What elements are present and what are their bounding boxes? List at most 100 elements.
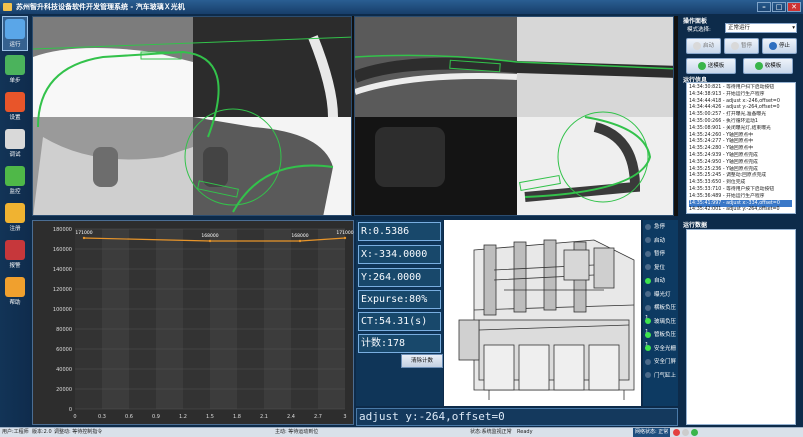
status-led-icon: [645, 277, 651, 284]
load-template-button[interactable]: 送模板: [686, 58, 736, 74]
data-point: [82, 236, 86, 240]
collect-template-button[interactable]: 收模板: [743, 58, 793, 74]
stop-button[interactable]: 停止: [762, 38, 797, 54]
sidebar-item-3[interactable]: 调试: [2, 127, 28, 162]
mode-select[interactable]: 正常运行 ▾: [725, 23, 797, 33]
x-tick-label: 2.1: [260, 414, 268, 420]
sidebar-item-label: 报警: [9, 263, 21, 269]
status-bar: 用户:工程师 版本:2.0 调整动: 等待控制指令 主动: 等待运动到位 状态:…: [0, 427, 803, 437]
status-led-icon: [645, 291, 651, 297]
check-icon: [697, 61, 706, 70]
status-led-icon: [645, 358, 651, 365]
readout-panel: R:0.5386 X:-334.0000 Y:264.0000 Expurse:…: [356, 220, 443, 406]
sidebar-item-1[interactable]: 单步: [2, 53, 28, 88]
status-user: 用户:工程师: [2, 429, 29, 435]
status-led-icon: [645, 237, 651, 243]
io-status-label: 暂停: [654, 251, 666, 257]
io-status-row: 暂停: [645, 249, 665, 259]
readout-r: R:0.5386: [358, 222, 441, 241]
title-bar: 苏州智升科技设备软件开发管理系统 - 汽车玻璃Ｘ光机 – □ ✕: [0, 0, 803, 14]
sidebar: 运行单步设置调试监控注册报警帮助: [0, 14, 30, 427]
close-button[interactable]: ✕: [787, 2, 801, 12]
chart-grid-stripe: [102, 229, 129, 409]
status-led-icon: [645, 223, 651, 230]
monitor-icon: [5, 19, 25, 39]
y-tick-label: 40000: [56, 367, 72, 373]
io-status-row: 启动: [645, 236, 665, 246]
x-tick-label: 0.3: [98, 414, 106, 420]
data-label: 171000: [336, 230, 353, 236]
sidebar-item-label: 注册: [9, 226, 21, 232]
maximize-button[interactable]: □: [772, 2, 786, 12]
status-state: 状态:系统监视正常: [470, 429, 512, 435]
status-adjust: 调整动: 等待控制指令: [54, 429, 103, 435]
run-data-box: [686, 229, 796, 425]
y-tick-label: 60000: [56, 347, 72, 353]
status-ready: Ready: [517, 429, 533, 435]
x-tick-label: 0: [73, 414, 76, 420]
io-status-label: 急停: [654, 224, 666, 230]
sidebar-item-label: 设置: [9, 115, 21, 121]
bar-chart-icon: [5, 55, 25, 75]
status-led-icon: [645, 264, 651, 270]
y-tick-label: 20000: [56, 387, 72, 393]
minimize-button[interactable]: –: [757, 2, 771, 12]
x-tick-label: 1.2: [179, 414, 187, 420]
stop-icon: [768, 41, 777, 50]
x-tick-label: 3: [343, 414, 346, 420]
y-tick-label: 100000: [53, 307, 72, 313]
x-tick-label: 1.8: [233, 414, 241, 420]
sidebar-item-2[interactable]: 设置: [2, 90, 28, 125]
io-status-row: 自动: [645, 276, 665, 286]
readout-x: X:-334.0000: [358, 245, 441, 264]
pause-button[interactable]: 暂停: [724, 38, 759, 54]
camera-view-left[interactable]: [32, 16, 352, 216]
key-icon: [5, 203, 25, 223]
run-log-list[interactable]: 14:34:30:821 - 等待用户扫下启动按钮 14:34:38:913 - …: [686, 82, 796, 214]
io-status-row: 横板负压1: [645, 303, 678, 321]
readout-count: 计数:178: [358, 334, 441, 353]
sidebar-item-7[interactable]: 帮助: [2, 275, 28, 310]
camera-view-area: [32, 16, 678, 216]
io-status-row: 急停: [645, 222, 665, 232]
y-tick-label: 180000: [53, 227, 72, 233]
chart-grid-stripe: [156, 229, 183, 409]
sidebar-item-6[interactable]: 报警: [2, 238, 28, 273]
chart-svg: 0 20000 40000 60000 80000 100000 120000 140000 1…: [53, 227, 354, 420]
x-tick-label: 1.5: [206, 414, 214, 420]
status-led-icon: [645, 372, 651, 378]
readout-y: Y:264.0000: [358, 268, 441, 287]
status-motion: 主动: 等待运动到位: [275, 429, 319, 435]
sidebar-item-label: 单步: [9, 78, 21, 84]
sidebar-item-4[interactable]: 监控: [2, 164, 28, 199]
chart-grid-stripe: [210, 229, 237, 409]
sidebar-item-label: 监控: [9, 189, 21, 195]
io-status-row: 曝光灯: [645, 290, 671, 300]
sidebar-item-5[interactable]: 注册: [2, 201, 28, 236]
sidebar-item-0[interactable]: 运行: [2, 16, 28, 51]
io-status-row: 管板负压1: [645, 330, 678, 348]
mode-label: 模式选择:: [687, 27, 711, 33]
adjust-log-bar: adjust y:-264,offset=0: [356, 408, 678, 426]
readout-expurse: Expurse:80%: [358, 290, 441, 309]
status-led-icon: [645, 345, 651, 351]
clear-count-button[interactable]: 清除计数: [401, 354, 443, 368]
window-title: 苏州智升科技设备软件开发管理系统 - 汽车玻璃Ｘ光机: [16, 3, 185, 11]
status-led-green-icon: [691, 429, 698, 436]
readout-ct: CT:54.31(s): [358, 312, 441, 331]
y-tick-label: 0: [69, 407, 72, 413]
data-label: 168000: [201, 233, 218, 239]
chevron-down-icon: ▾: [792, 25, 795, 31]
io-status-row: 安全门屏: [645, 357, 676, 367]
y-tick-label: 140000: [53, 267, 72, 273]
machine-diagram: [444, 220, 641, 406]
data-point: [298, 239, 302, 243]
data-point: [343, 236, 347, 240]
io-status-panel: 急停启动暂停复位自动曝光灯横板负压1玻璃负压1管板负压1安全光栅安全门屏门气缸上: [643, 220, 678, 406]
pause-icon: [730, 41, 739, 50]
camera-view-right[interactable]: [354, 16, 674, 216]
io-status-row: 门气缸上: [645, 371, 676, 381]
x-tick-label: 0.6: [125, 414, 133, 420]
log-line[interactable]: 14:35:42:001 - adjust y:-264,offset=0: [689, 206, 792, 213]
start-button[interactable]: 启动: [686, 38, 721, 54]
